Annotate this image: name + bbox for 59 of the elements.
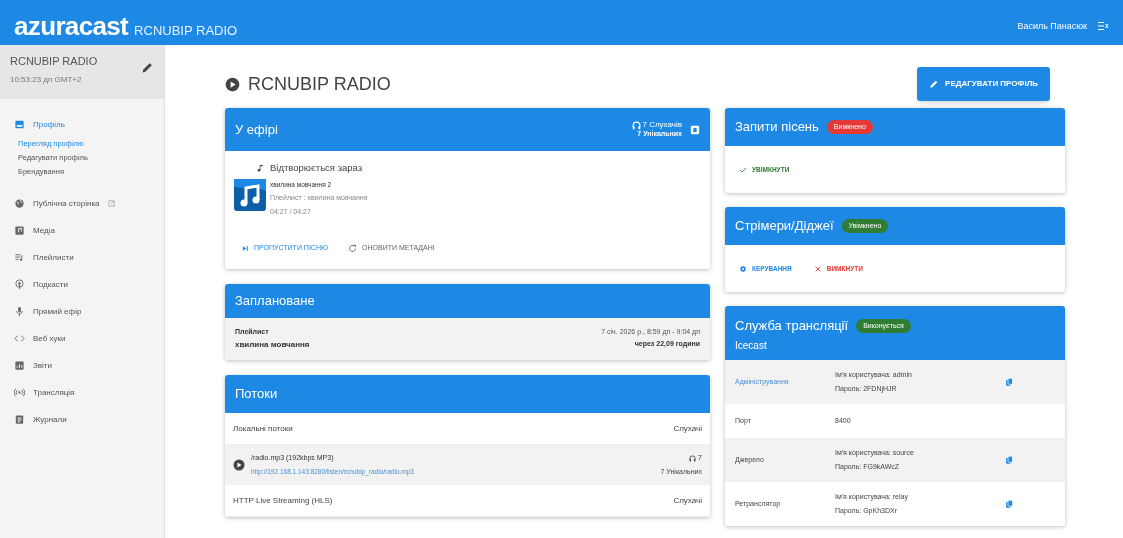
menu-icon — [1097, 20, 1109, 33]
user-name[interactable]: Василь Панасюк — [1017, 19, 1087, 33]
sidebar-item[interactable]: Плейлисти — [0, 244, 164, 271]
card-title: Заплановане — [235, 291, 315, 310]
broadcast-icon — [14, 387, 25, 398]
card-title: Стрімери/Діджеї — [735, 217, 834, 236]
music-note-icon — [256, 163, 265, 174]
copy-icon — [1005, 455, 1014, 465]
document-icon — [14, 414, 25, 425]
microphone-icon — [14, 306, 25, 317]
pencil-icon — [929, 79, 940, 89]
headphones-icon — [689, 454, 697, 462]
report-icon — [690, 124, 700, 135]
edit-profile-button[interactable]: РЕДАГУВАТИ ПРОФІЛЬ — [917, 67, 1050, 101]
logo[interactable]: azuracast — [14, 13, 129, 39]
copy-icon — [1005, 499, 1014, 509]
sidebar-item[interactable]: Медіа — [0, 217, 164, 244]
card-title: Потоки — [235, 385, 278, 404]
skip-icon — [242, 244, 249, 252]
station-name: RCNUBIP RADIO — [10, 54, 98, 69]
card-title: У ефірі — [235, 120, 278, 139]
album-art-icon — [234, 179, 266, 212]
server-type: Icecast — [735, 338, 768, 353]
column-header: Слухачі — [673, 422, 702, 435]
listener-count: 7 Слухачів — [642, 120, 682, 130]
globe-icon — [14, 198, 25, 209]
column-header: Слухачі — [673, 494, 702, 507]
sidebar-item[interactable]: Профіль — [0, 111, 164, 138]
play-circle-icon — [233, 459, 245, 471]
card-title: Запити пісень — [735, 118, 819, 137]
profile-icon — [14, 119, 25, 130]
code-icon — [14, 333, 25, 344]
sidebar-item[interactable]: Журнали — [0, 406, 164, 433]
podcast-icon — [14, 279, 25, 290]
schedule-name: хвилина мовчання — [235, 339, 310, 351]
sidebar-item[interactable]: Подкасти — [0, 271, 164, 298]
now-playing-label: Відтворюється зараз — [270, 161, 363, 175]
sidebar-item[interactable]: Звіти — [0, 352, 164, 379]
card-title: Служба трансляції — [735, 317, 849, 335]
check-icon — [739, 165, 747, 174]
page-title: RCNUBIP RADIO — [248, 72, 391, 96]
sidebar-item[interactable]: Веб хуки — [0, 325, 164, 352]
sidebar-item[interactable]: Прямий ефір — [0, 298, 164, 325]
copy-icon — [1005, 377, 1014, 387]
chart-icon — [14, 360, 25, 371]
playlist-icon — [14, 252, 25, 263]
station-time: 10:53:23 дп GMT+2 — [10, 73, 83, 86]
pencil-icon — [141, 61, 154, 74]
close-icon — [813, 264, 822, 273]
stream-group-label: Локальні потоки — [233, 422, 293, 435]
stream-group-label: HTTP Live Streaming (HLS) — [233, 494, 333, 507]
station-name: RCNUBIP RADIO — [134, 24, 238, 37]
sidebar-item[interactable]: Публічна сторінка — [0, 190, 164, 217]
sidebar-item[interactable]: Трансляція — [0, 379, 164, 406]
external-link-icon — [107, 200, 115, 207]
refresh-icon — [348, 243, 357, 253]
headphones-icon — [631, 120, 641, 130]
media-icon — [14, 225, 25, 236]
play-circle-icon — [225, 76, 240, 92]
